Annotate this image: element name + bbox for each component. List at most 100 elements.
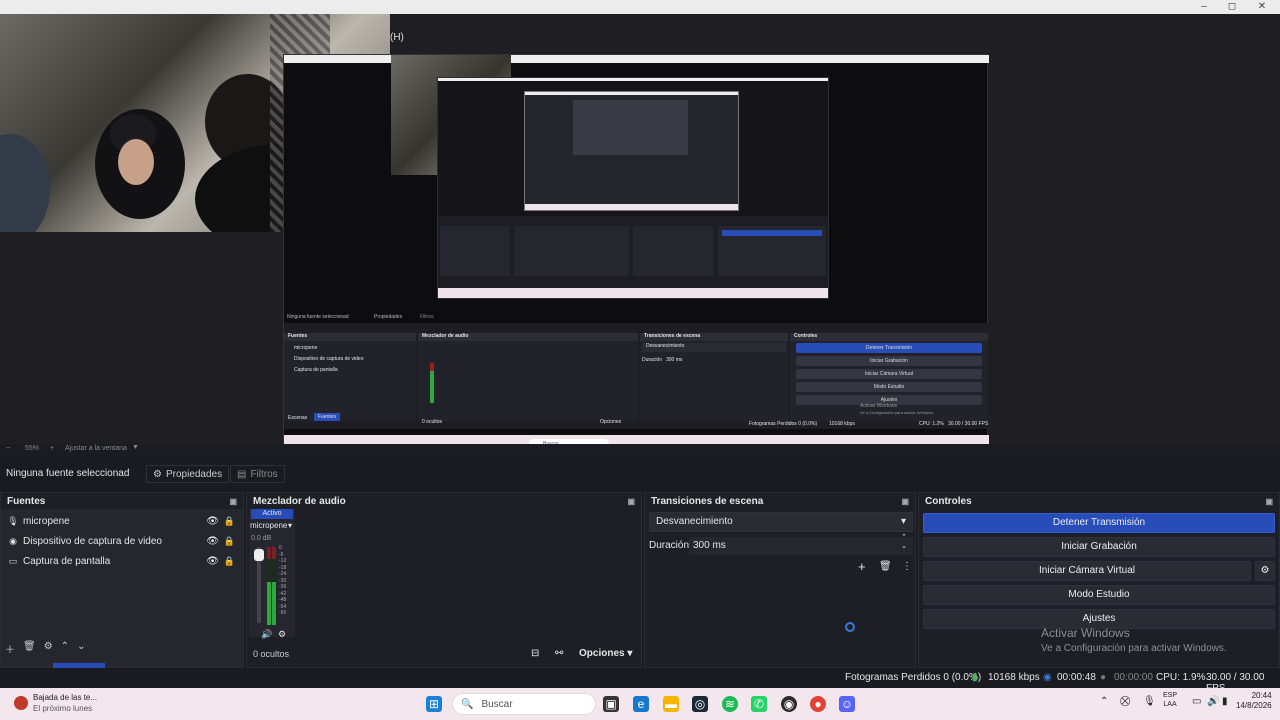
cpu-usage: CPU: 1.9%	[1156, 672, 1206, 683]
file-explorer-icon[interactable]: ▬	[663, 696, 679, 712]
network-icon[interactable]: ⛒	[1120, 696, 1130, 707]
sources-dock: Fuentes ▣ 🎙 micropene 👁 🔒 ◉ Dispositivo …	[0, 492, 244, 683]
preview-canvas[interactable]: (H) Ninguna fuente seleccionad Propiedad…	[0, 14, 1280, 453]
nested-capture-inner	[524, 91, 739, 211]
discord-icon[interactable]: ☺	[839, 696, 855, 712]
source-label: micropene	[23, 515, 70, 527]
channel-dropdown-icon[interactable]: ▾	[288, 521, 292, 530]
activate-windows-subtitle: Ve a Configuración para activar Windows.	[1041, 643, 1227, 654]
virtual-camera-settings-button[interactable]: ⚙	[1255, 561, 1275, 581]
spin-arrows-icon[interactable]: ⌃ ⌄	[901, 533, 907, 551]
microphone-icon[interactable]: 🎙	[1143, 696, 1156, 707]
controls-dock: Controles ▣ Detener Transmisión Iniciar …	[918, 492, 1280, 668]
source-toolbar: Ninguna fuente seleccionad ⚙ Propiedades…	[0, 462, 1280, 486]
news-title[interactable]: Bajada de las te...	[33, 693, 97, 702]
eye-icon[interactable]: 👁	[206, 556, 219, 567]
level-meter-right	[272, 547, 276, 625]
channel-name: micropene	[250, 521, 288, 530]
lock-icon[interactable]: 🔒	[224, 536, 235, 547]
meter-tick-label: -36	[279, 584, 287, 590]
window-title-bar: – ◻ ✕	[0, 0, 1280, 14]
chevron-down-icon[interactable]: ⌄	[77, 641, 85, 656]
studio-mode-button[interactable]: Modo Estudio	[923, 585, 1275, 605]
settings-icon[interactable]: ⚙	[278, 629, 286, 640]
steam-icon[interactable]: ◎	[692, 696, 708, 712]
spotify-icon[interactable]: ≋	[722, 696, 738, 712]
display-icon[interactable]: ▭	[1192, 696, 1201, 707]
source-item[interactable]: ▭ Captura de pantalla 👁 🔒	[1, 551, 243, 571]
active-badge: Activo	[251, 509, 293, 519]
meter-tick-label: -48	[279, 597, 287, 603]
transition-value: Desvanecimiento	[656, 516, 733, 527]
search-placeholder: Buscar	[481, 698, 513, 710]
dock-menu-icon[interactable]: ▣	[229, 497, 237, 506]
audio-mixer-dock: Mezclador de audio ▣ Activo micropene ▾ …	[246, 492, 642, 668]
chevron-up-icon[interactable]: ⌃	[61, 641, 69, 656]
controls-title: Controles	[925, 495, 972, 507]
selected-source-label: Ninguna fuente seleccionad	[6, 468, 130, 479]
duration-input[interactable]: 300 ms ⌃ ⌄	[689, 534, 913, 555]
minimize-button[interactable]: –	[1194, 1, 1214, 12]
mixer-title: Mezclador de audio	[253, 495, 346, 507]
sources-title: Fuentes	[7, 495, 46, 507]
maximize-button[interactable]: ◻	[1222, 1, 1242, 12]
properties-button[interactable]: ⚙ Propiedades	[146, 465, 230, 483]
dock-menu-icon[interactable]: ▣	[901, 497, 909, 506]
speaker-icon[interactable]: 🔊	[1207, 696, 1219, 707]
eye-icon[interactable]: 👁	[206, 536, 219, 547]
chevron-down-icon: ▾	[627, 648, 633, 659]
language-indicator[interactable]: ESP LAA	[1163, 691, 1177, 709]
obs-icon[interactable]: ◉	[781, 696, 797, 712]
zoom-in-icon[interactable]: +	[50, 445, 54, 452]
chevron-down-icon: ▾	[900, 516, 906, 527]
meter-tick-label: -24	[279, 571, 287, 577]
source-label: Captura de pantalla	[23, 555, 111, 567]
transition-select[interactable]: Desvanecimiento ▾	[649, 512, 913, 532]
options-button[interactable]: Opciones ▾	[579, 648, 632, 659]
whatsapp-icon[interactable]: ✆	[751, 696, 767, 712]
close-button[interactable]: ✕	[1252, 1, 1272, 12]
gear-icon: ⚙	[153, 468, 162, 480]
filters-button[interactable]: ▤ Filtros	[230, 465, 285, 483]
edge-icon[interactable]: e	[633, 696, 649, 712]
meter-fill	[272, 582, 276, 625]
trash-icon[interactable]: 🗑	[23, 641, 36, 656]
time: 20:44	[1251, 691, 1272, 700]
dock-menu-icon[interactable]: ▣	[1265, 497, 1273, 506]
windows-taskbar: Bajada de las te... El próximo lunes ⊞ 🔍…	[0, 688, 1280, 720]
add-transition-icon[interactable]: +	[858, 559, 866, 574]
source-item[interactable]: ◉ Dispositivo de captura de video 👁 🔒	[1, 531, 243, 551]
trash-icon[interactable]: 🗑	[879, 561, 892, 572]
battery-icon[interactable]: ▮	[1222, 696, 1228, 707]
more-icon[interactable]: ⋮	[902, 561, 912, 572]
properties-label: Propiedades	[165, 468, 223, 480]
start-recording-button[interactable]: Iniciar Grabación	[923, 537, 1275, 557]
windows-start-icon[interactable]: ⊞	[426, 696, 442, 712]
eye-icon[interactable]: 👁	[206, 516, 219, 527]
zoom-dropdown-icon[interactable]: ▼	[132, 444, 139, 451]
task-view-icon[interactable]: ▣	[603, 696, 619, 712]
link-icon[interactable]: ⚯	[555, 648, 563, 659]
lock-icon[interactable]: 🔒	[224, 516, 235, 527]
chevron-up-icon[interactable]: ⌃	[1100, 696, 1108, 707]
speaker-icon[interactable]: 🔊	[261, 629, 272, 640]
layout-icon[interactable]: ⊟	[531, 648, 539, 659]
taskbar-search[interactable]: 🔍 Buscar	[452, 693, 596, 715]
dock-menu-icon[interactable]: ▣	[627, 497, 635, 506]
zoom-out-icon[interactable]: −	[6, 445, 10, 452]
start-virtual-camera-button[interactable]: Iniciar Cámara Virtual	[923, 561, 1251, 581]
stop-stream-button[interactable]: Detener Transmisión	[923, 513, 1275, 533]
chrome-icon[interactable]: ●	[810, 696, 826, 712]
lock-icon[interactable]: 🔒	[224, 556, 235, 567]
fit-to-window[interactable]: Ajustar a la ventana	[65, 445, 127, 452]
add-icon[interactable]: ＋	[5, 641, 15, 656]
volume-slider-handle[interactable]	[254, 549, 264, 561]
news-widget-icon[interactable]	[14, 696, 28, 710]
gear-icon[interactable]: ⚙	[44, 641, 53, 656]
meter-peak	[267, 547, 271, 559]
source-label: Dispositivo de captura de video	[23, 535, 162, 547]
signal-icon: ▮	[972, 672, 978, 683]
clock[interactable]: 20:44 14/8/2026	[1236, 691, 1272, 711]
source-item[interactable]: 🎙 micropene 👁 🔒	[1, 511, 243, 531]
transitions-title: Transiciones de escena	[651, 495, 764, 507]
